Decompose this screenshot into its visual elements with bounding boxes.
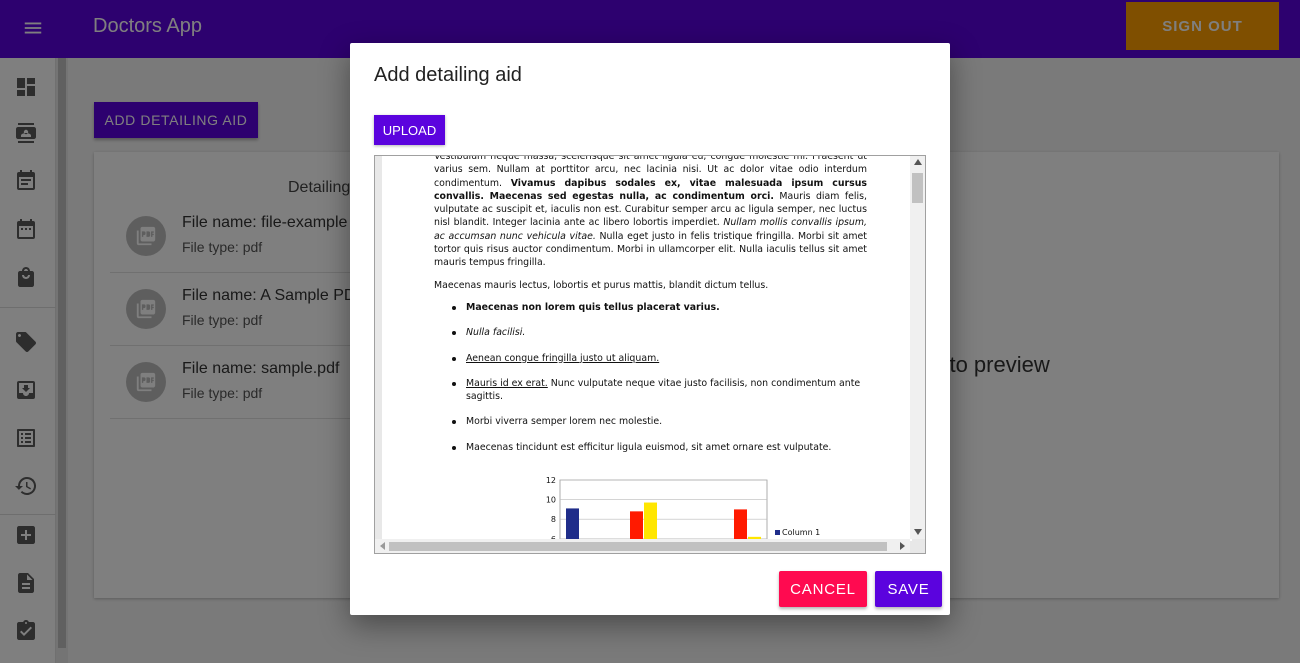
scroll-down-arrow-icon[interactable] [914, 529, 922, 535]
viewer-vertical-scrollbar[interactable] [910, 156, 925, 539]
save-button[interactable]: SAVE [875, 571, 942, 607]
embedded-bar-chart: 121086Column 1 [546, 476, 820, 541]
doc-paragraph: Vestibulum neque massa, scelerisque sit … [434, 156, 867, 270]
chart-legend-label: Column 1 [782, 528, 820, 537]
horizontal-scroll-thumb[interactable] [389, 542, 887, 551]
doc-bullet: Mauris id ex erat. Nunc vulputate neque … [452, 377, 867, 404]
vertical-scroll-thumb[interactable] [912, 173, 923, 203]
cancel-button[interactable]: CANCEL [779, 571, 867, 607]
doc-bullet-list: Maecenas non lorem quis tellus placerat … [452, 301, 867, 454]
doc-text: Morbi viverra semper lorem nec molestie. [466, 416, 663, 428]
pdf-page: Vestibulum neque massa, scelerisque sit … [382, 156, 912, 541]
doc-bullet: Nulla facilisi. [452, 326, 867, 339]
doc-bullet: Maecenas tincidunt est efficitur ligula … [452, 441, 867, 454]
chart-bar [630, 511, 643, 541]
viewer-horizontal-scrollbar[interactable] [375, 539, 910, 553]
scroll-up-arrow-icon[interactable] [914, 159, 922, 165]
chart-y-tick-label: 8 [551, 515, 556, 524]
document-body: Vestibulum neque massa, scelerisque sit … [434, 156, 867, 466]
chart-y-tick-label: 12 [546, 476, 556, 485]
chart-bar [644, 502, 657, 541]
add-detailing-aid-dialog: Add detailing aid UPLOAD Vestibulum nequ… [350, 43, 950, 615]
doc-text: Maecenas tincidunt est efficitur ligula … [466, 441, 832, 453]
chart-y-tick-label: 10 [546, 496, 556, 505]
upload-button[interactable]: UPLOAD [374, 115, 445, 145]
doc-bold-text: Maecenas non lorem quis tellus placerat … [466, 301, 720, 313]
doc-italic-text: Nulla facilisi. [466, 327, 526, 339]
doc-bullet: Aenean congue fringilla justo ut aliquam… [452, 352, 867, 365]
scroll-right-arrow-icon[interactable] [900, 542, 905, 550]
doc-paragraph: Maecenas mauris lectus, lobortis et puru… [434, 279, 769, 291]
doc-bullet: Morbi viverra semper lorem nec molestie. [452, 415, 867, 428]
scroll-left-arrow-icon[interactable] [380, 542, 385, 550]
dialog-title: Add detailing aid [374, 64, 522, 86]
pdf-viewer[interactable]: Vestibulum neque massa, scelerisque sit … [374, 155, 926, 554]
doc-link[interactable]: Mauris id ex erat. [466, 378, 548, 389]
doc-underlined-text: Aenean congue fringilla justo ut aliquam… [466, 352, 660, 364]
doc-bullet: Maecenas non lorem quis tellus placerat … [452, 301, 867, 314]
chart-bar [734, 509, 747, 541]
chart-bar [566, 508, 579, 541]
chart-legend-swatch [775, 530, 780, 535]
